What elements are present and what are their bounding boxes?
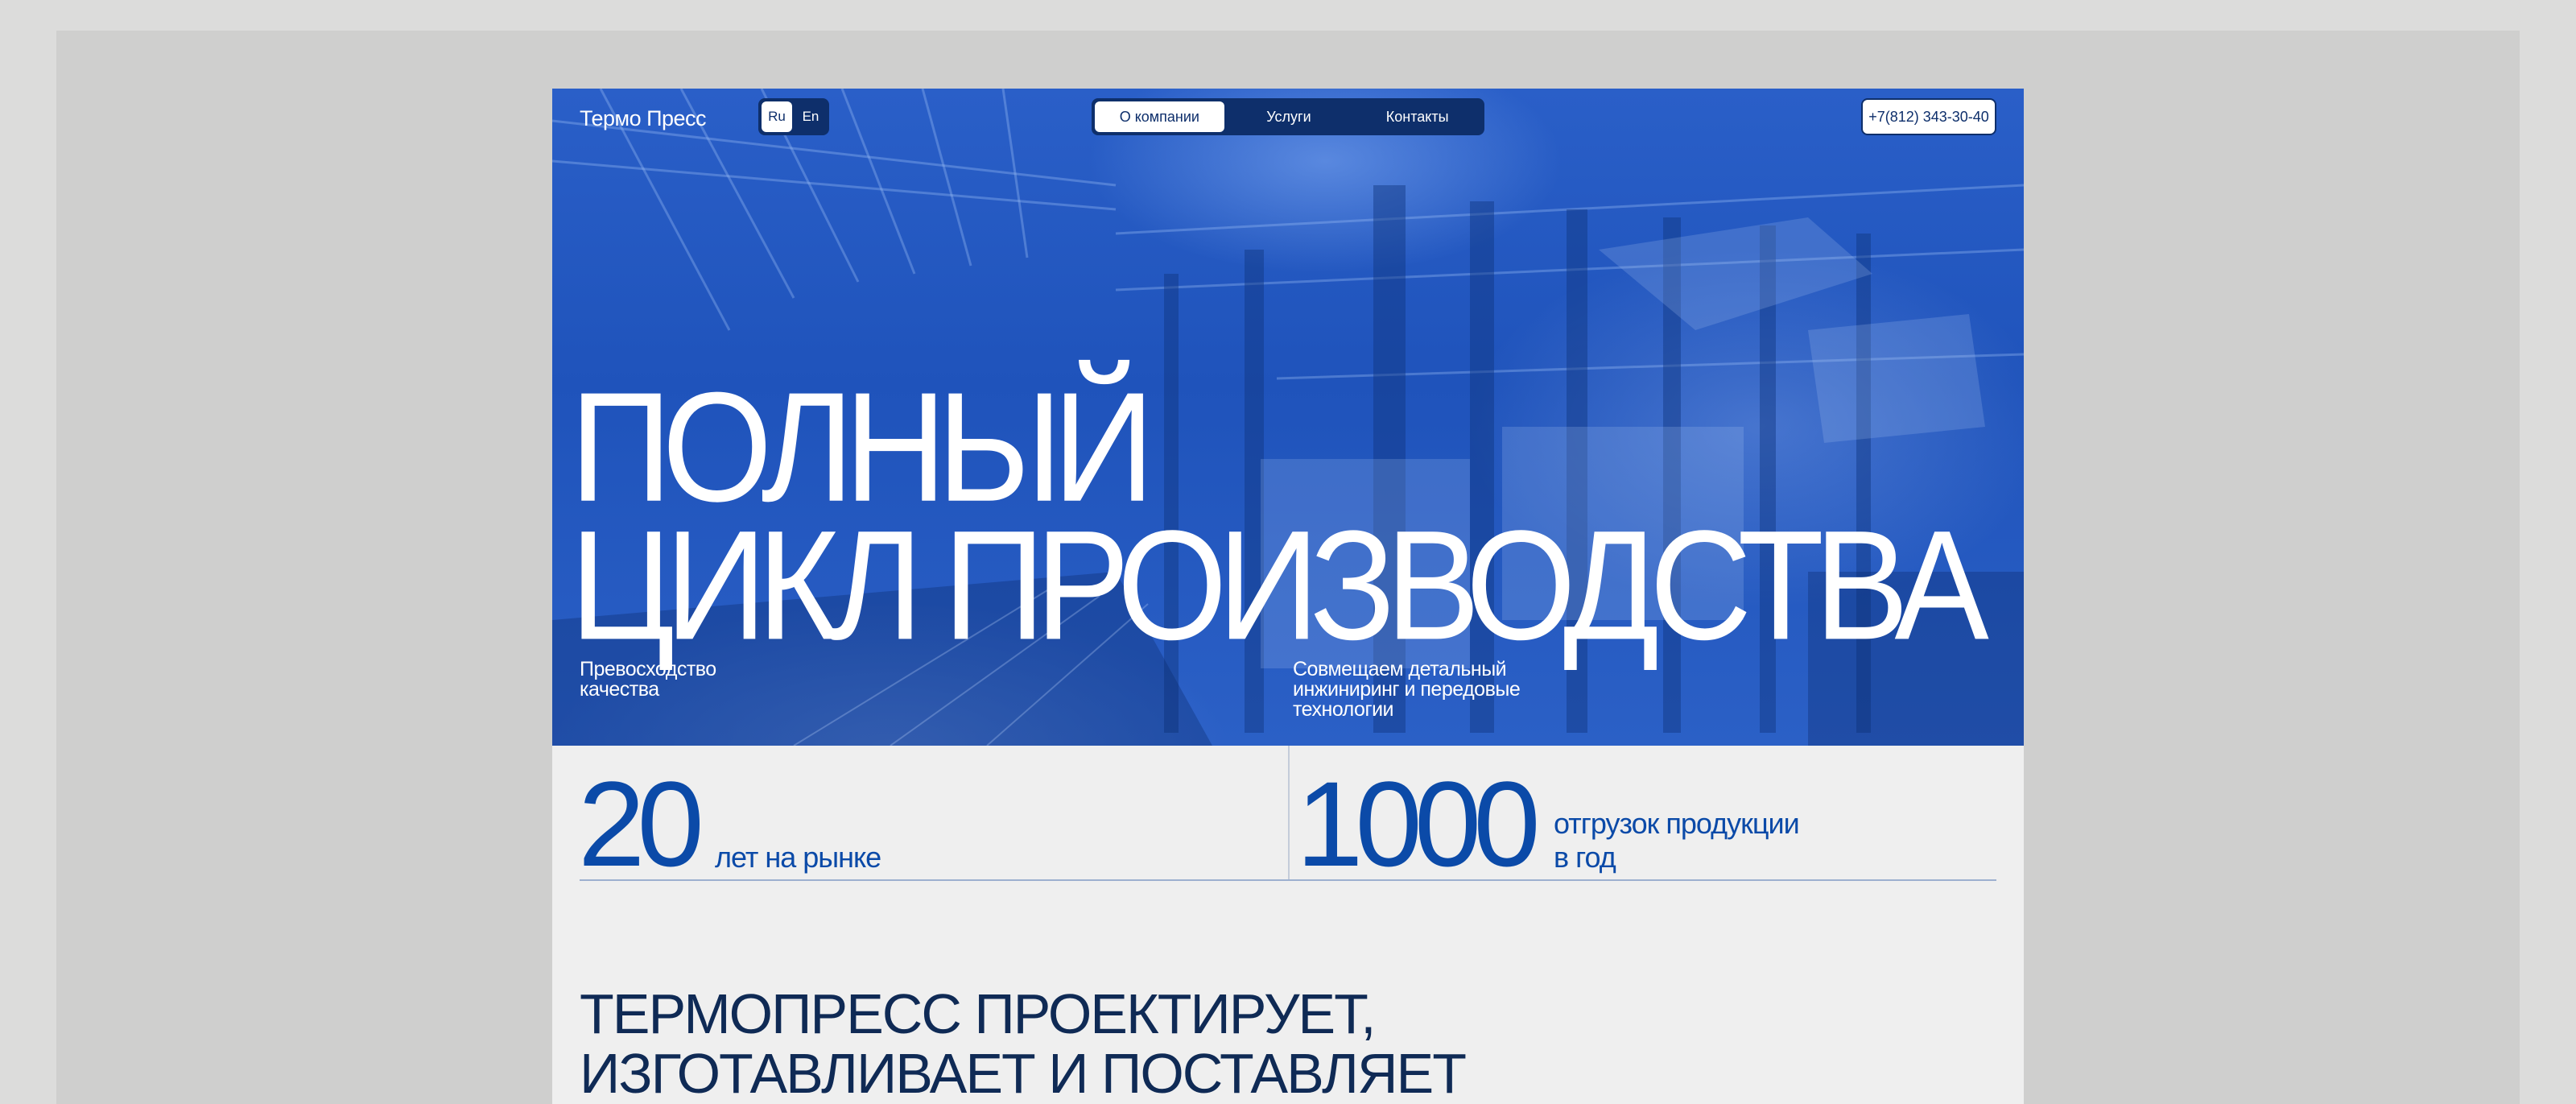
nav-item-about[interactable]: О компании (1095, 101, 1224, 132)
stats-divider (1288, 746, 1290, 881)
stat-shipments-number: 1000 (1296, 756, 1541, 891)
hero-headline-line2: ЦИКЛ ПРОИЗВОДСТВА (570, 498, 1989, 673)
hero-subtitle-engineering: Совмещаем детальный инжиниринг и передов… (1293, 658, 1521, 721)
language-switcher: Ru En (758, 98, 829, 135)
main-nav: О компании Услуги Контакты (1092, 98, 1484, 135)
website-page: Термо Пресс Ru En О компании Услуги Конт… (552, 89, 2024, 1104)
stats-underline (580, 879, 1996, 881)
stat-shipments-label: отгрузок продукции в год (1554, 807, 1800, 874)
about-heading-line2: ИЗГОТАВЛИВАЕТ И ПОСТАВЛЯЕТ (580, 1042, 1467, 1104)
nav-item-services[interactable]: Услуги (1224, 101, 1354, 132)
about-heading: ТЕРМОПРЕСС ПРОЕКТИРУЕТ, ИЗГОТАВЛИВАЕТ И … (580, 982, 1467, 1104)
about-heading-line1: ТЕРМОПРЕСС ПРОЕКТИРУЕТ, (580, 982, 1377, 1045)
nav-item-contacts[interactable]: Контакты (1353, 101, 1481, 132)
language-en-button[interactable]: En (795, 101, 826, 132)
company-logo[interactable]: Термо Пресс (580, 106, 707, 131)
hero-headline: ПОЛНЫЙ ЦИКЛ ПРОИЗВОДСТВА (570, 370, 1989, 664)
top-navigation-bar: Термо Пресс Ru En О компании Услуги Конт… (552, 89, 2024, 145)
stats-section: 20 лет на рынке 1000 отгрузок продукции … (552, 746, 2024, 891)
stat-years-label: лет на рынке (715, 841, 881, 874)
hero-subtitle-quality: Превосходство качества (580, 658, 716, 701)
language-ru-button[interactable]: Ru (762, 101, 792, 132)
stat-years-number: 20 (578, 756, 704, 891)
phone-button[interactable]: +7(812) 343-30-40 (1861, 98, 1996, 135)
hero-section: Термо Пресс Ru En О компании Услуги Конт… (552, 89, 2024, 746)
